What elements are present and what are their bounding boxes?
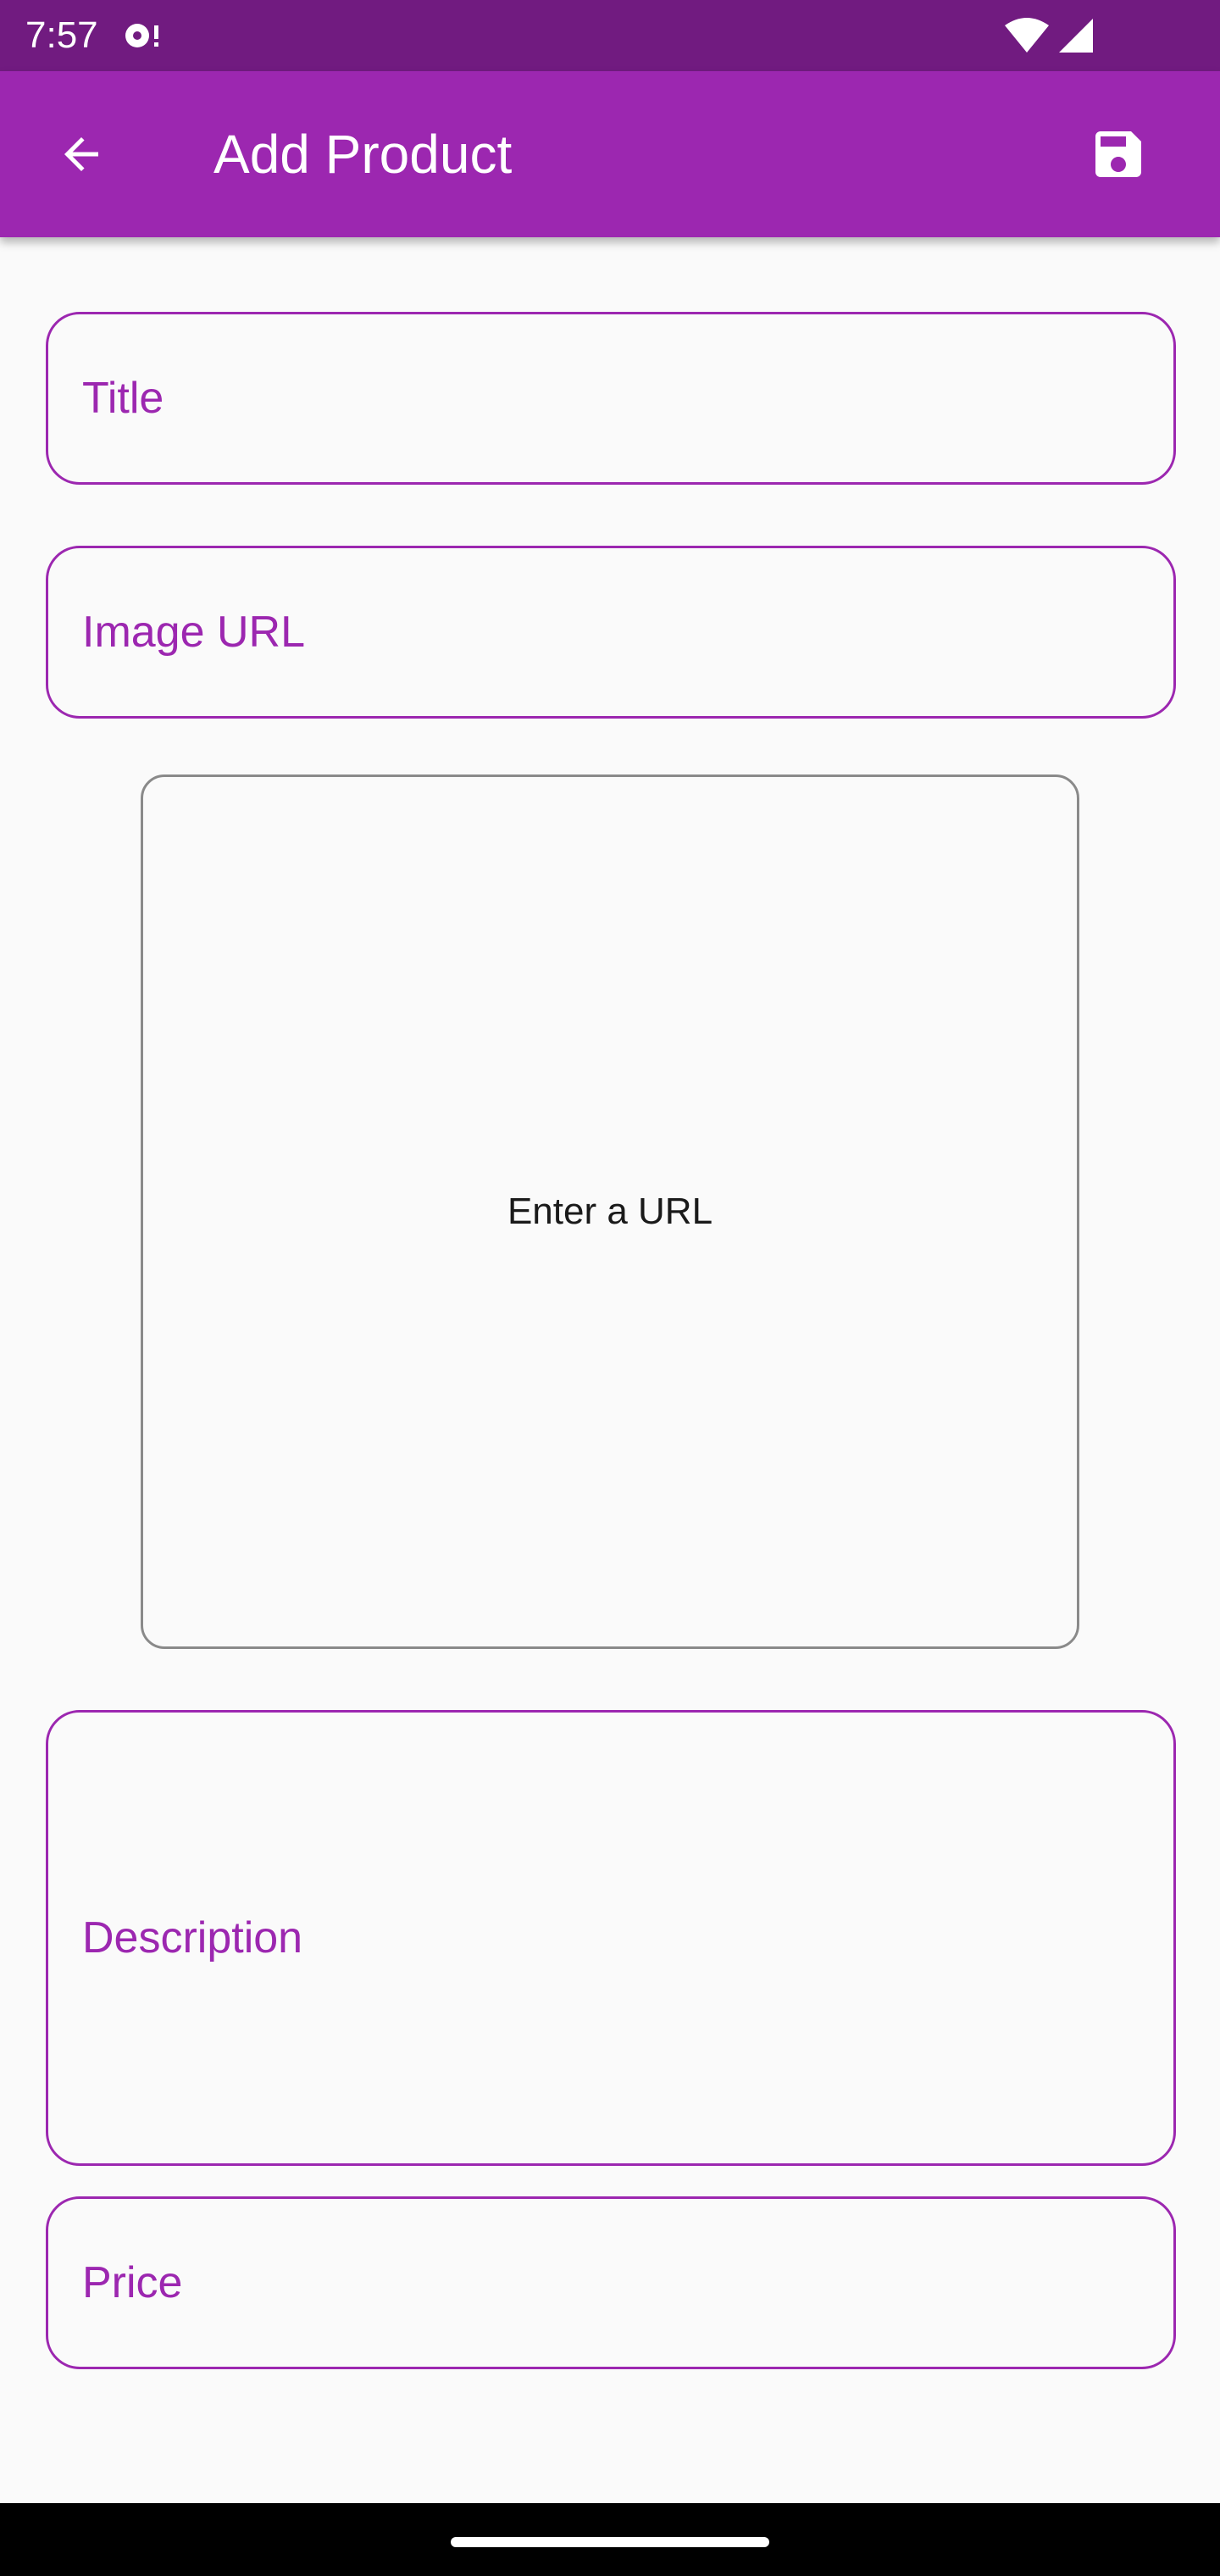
status-time: 7:57	[25, 14, 98, 56]
description-field[interactable]: Description	[46, 1710, 1176, 2166]
price-field-label: Price	[82, 2258, 183, 2307]
title-field[interactable]: Title	[46, 312, 1176, 485]
save-button[interactable]	[1078, 114, 1159, 195]
price-field[interactable]: Price	[46, 2196, 1176, 2369]
wifi-icon	[1005, 18, 1049, 53]
app-bar: Add Product	[0, 71, 1220, 237]
signal-icon	[1059, 19, 1093, 53]
image-preview-placeholder: Enter a URL	[507, 1191, 713, 1232]
back-button[interactable]	[41, 114, 122, 195]
image-preview: Enter a URL	[141, 774, 1079, 1649]
arrow-back-icon	[64, 137, 98, 171]
image-url-field-label: Image URL	[82, 608, 305, 657]
description-field-label: Description	[82, 1913, 303, 1963]
navigation-bar	[0, 2503, 1220, 2576]
image-url-field[interactable]: Image URL	[46, 546, 1176, 719]
page-title: Add Product	[214, 124, 513, 185]
save-icon	[1095, 131, 1141, 177]
status-bar: 7:57	[0, 0, 1220, 71]
notification-icon	[125, 24, 158, 47]
title-field-label: Title	[82, 374, 164, 423]
home-indicator[interactable]	[451, 2537, 769, 2547]
